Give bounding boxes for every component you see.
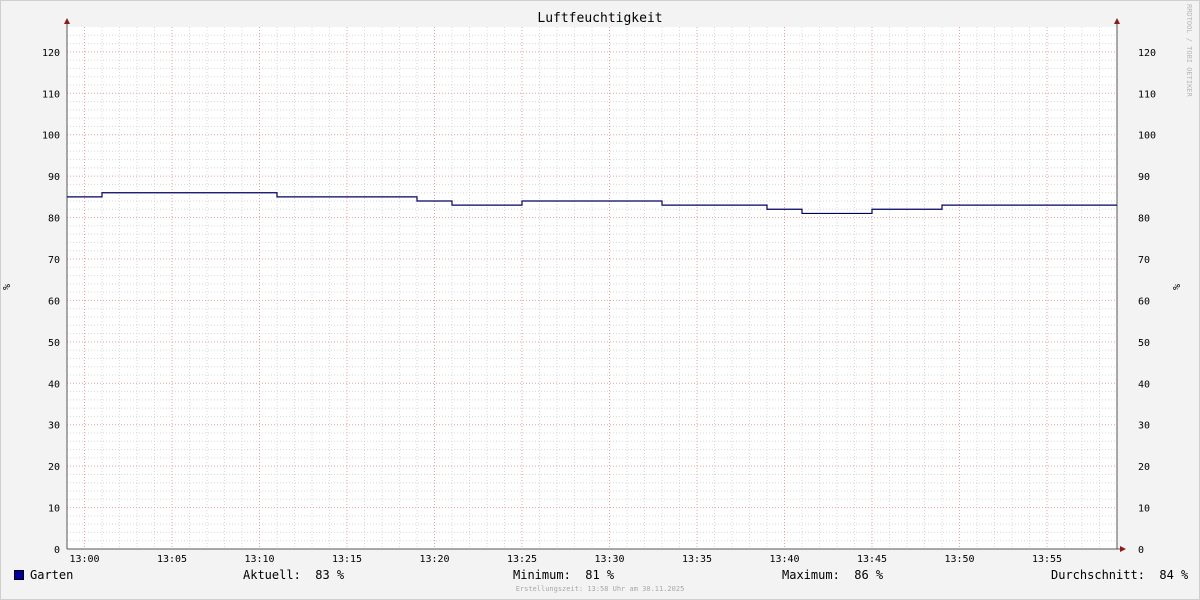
y-tick-label-left: 100: [42, 131, 60, 142]
y-tick-label-right: 80: [1138, 214, 1150, 225]
y-axis-arrow-left: [64, 18, 70, 24]
x-tick-label: 13:10: [244, 554, 274, 565]
x-tick-label: 13:00: [69, 554, 99, 565]
y-tick-label-right: 120: [1138, 48, 1156, 59]
y-axis-label-right: %: [1172, 284, 1183, 290]
x-tick-label: 13:05: [157, 554, 187, 565]
legend-minimum: Minimum: 81 %: [513, 568, 615, 582]
x-tick-label: 13:50: [944, 554, 974, 565]
y-tick-labels-right: 0 10 20 30 40 50 60 70 80 90 100 110 120: [1138, 48, 1156, 556]
y-tick-label-left: 60: [48, 296, 60, 307]
x-tick-label: 13:35: [682, 554, 712, 565]
rrdtool-watermark: RRDTOOL / TOBI OETIKER: [1185, 4, 1193, 97]
y-tick-label-right: 70: [1138, 255, 1150, 266]
y-tick-label-right: 110: [1138, 89, 1156, 100]
y-tick-label-right: 0: [1138, 545, 1144, 556]
y-tick-label-left: 10: [48, 504, 60, 515]
y-tick-label-right: 10: [1138, 504, 1150, 515]
y-axis-arrow-right: [1114, 18, 1120, 24]
y-tick-label-right: 20: [1138, 462, 1150, 473]
y-tick-label-left: 120: [42, 48, 60, 59]
y-tick-label-left: 30: [48, 421, 60, 432]
y-tick-label-right: 40: [1138, 379, 1150, 390]
legend-swatch-garten: [14, 570, 24, 580]
y-tick-label-left: 40: [48, 379, 60, 390]
x-tick-label: 13:30: [594, 554, 624, 565]
y-tick-label-left: 90: [48, 172, 60, 183]
x-tick-label: 13:40: [769, 554, 799, 565]
chart-plot: 0 10 20 30 40 50 60 70 80 90 100 110 120 0 10 20 30 40 50…: [2, 18, 1183, 565]
legend-aktuell: Aktuell: 83 %: [243, 568, 345, 582]
y-tick-label-left: 50: [48, 338, 60, 349]
y-tick-label-right: 90: [1138, 172, 1150, 183]
y-axis-label-left: %: [2, 284, 13, 290]
x-tick-label: 13:25: [507, 554, 537, 565]
y-tick-label-right: 50: [1138, 338, 1150, 349]
y-tick-label-right: 30: [1138, 421, 1150, 432]
chart-panel: Luftfeuchtigkeit 0 10 20 30 40 50 60 70 80 90 100 1…: [0, 0, 1200, 600]
y-tick-label-left: 0: [54, 545, 60, 556]
y-tick-label-left: 20: [48, 462, 60, 473]
y-tick-label-right: 60: [1138, 296, 1150, 307]
legend-maximum: Maximum: 86 %: [782, 568, 884, 582]
creation-time-footer: Erstellungszeit: 13:58 Uhr am 30.11.2025: [515, 585, 685, 593]
x-tick-label: 13:15: [332, 554, 362, 565]
x-tick-labels: 13:00 13:05 13:10 13:15 13:20 13:25 13:30 13:35…: [69, 554, 1062, 565]
x-tick-label: 13:55: [1032, 554, 1062, 565]
x-tick-label: 13:45: [857, 554, 887, 565]
y-tick-label-right: 100: [1138, 131, 1156, 142]
x-axis-arrow: [1120, 546, 1126, 552]
legend-series-name: Garten: [30, 568, 74, 582]
legend-durchschnitt: Durchschnitt: 84 %: [1051, 568, 1189, 582]
y-tick-label-left: 70: [48, 255, 60, 266]
y-tick-label-left: 80: [48, 214, 60, 225]
y-tick-labels-left: 0 10 20 30 40 50 60 70 80 90 100 110 120: [42, 48, 60, 556]
y-tick-label-left: 110: [42, 89, 60, 100]
x-tick-label: 13:20: [419, 554, 449, 565]
